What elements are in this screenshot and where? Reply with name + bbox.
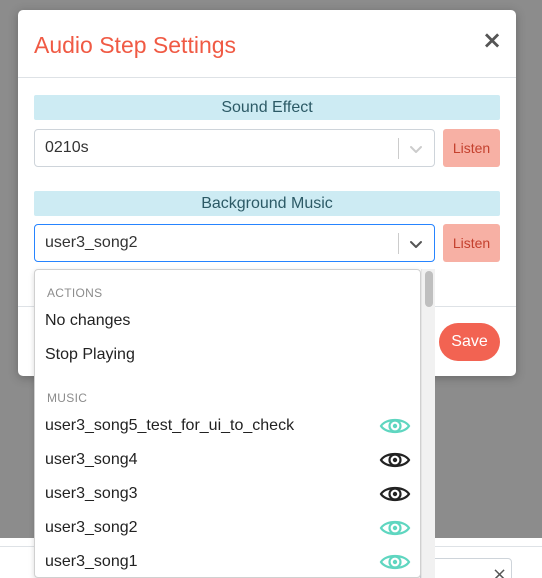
select-separator xyxy=(398,233,399,254)
option-user3-song4[interactable]: user3_song4 xyxy=(35,443,420,477)
option-label: Stop Playing xyxy=(45,346,135,363)
option-label: user3_song1 xyxy=(45,553,138,570)
background-music-value: user3_song2 xyxy=(45,234,138,251)
chevron-down-icon[interactable] xyxy=(406,234,426,254)
actions-group-header: ACTIONS xyxy=(47,286,103,300)
background-music-dropdown-menu: ACTIONS No changes Stop Playing MUSIC us… xyxy=(34,269,421,578)
option-label: user3_song2 xyxy=(45,519,138,536)
option-label: user3_song3 xyxy=(45,485,138,502)
option-label: No changes xyxy=(45,312,131,329)
eye-icon[interactable] xyxy=(379,517,411,539)
background-music-select[interactable]: user3_song2 xyxy=(34,224,435,262)
background-music-listen-button[interactable]: Listen xyxy=(443,224,500,262)
scrollbar-thumb[interactable] xyxy=(425,271,433,307)
close-button[interactable]: × xyxy=(482,28,502,52)
option-user3-song2[interactable]: user3_song2 xyxy=(35,511,420,545)
save-button[interactable]: Save xyxy=(439,323,500,361)
eye-icon[interactable] xyxy=(379,551,411,573)
option-user3-song5[interactable]: user3_song5_test_for_ui_to_check xyxy=(35,409,420,443)
select-separator xyxy=(398,138,399,159)
option-user3-song3[interactable]: user3_song3 xyxy=(35,477,420,511)
option-stop-playing[interactable]: Stop Playing xyxy=(35,338,420,372)
sound-effect-label: Sound Effect xyxy=(34,95,500,120)
music-group-header: MUSIC xyxy=(47,391,88,405)
option-label: user3_song5_test_for_ui_to_check xyxy=(45,417,295,434)
modal-header: Audio Step Settings × xyxy=(18,10,516,78)
chevron-down-icon[interactable] xyxy=(406,139,426,159)
background-music-label: Background Music xyxy=(34,191,500,216)
sound-effect-listen-button[interactable]: Listen xyxy=(443,129,500,167)
eye-icon[interactable] xyxy=(379,449,411,471)
sound-effect-select[interactable]: 0210s xyxy=(34,129,435,167)
modal-title: Audio Step Settings xyxy=(34,32,237,58)
sound-effect-value: 0210s xyxy=(45,139,89,156)
background-clear-icon: × xyxy=(492,564,508,578)
dropdown-scrollbar[interactable] xyxy=(421,269,435,578)
eye-icon[interactable] xyxy=(379,415,411,437)
option-no-changes[interactable]: No changes xyxy=(35,304,420,338)
option-label: user3_song4 xyxy=(45,451,138,468)
option-user3-song1[interactable]: user3_song1 xyxy=(35,545,420,577)
eye-icon[interactable] xyxy=(379,483,411,505)
